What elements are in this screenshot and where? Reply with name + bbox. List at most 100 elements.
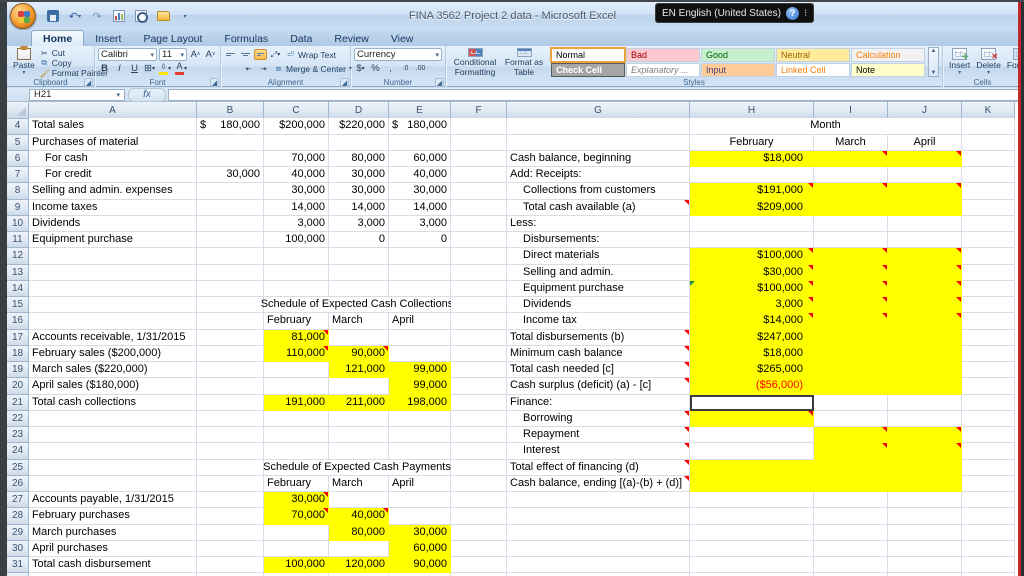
- cell-B14[interactable]: [197, 281, 264, 297]
- cell-J11[interactable]: [888, 232, 962, 248]
- row-header-6[interactable]: 6: [7, 151, 29, 167]
- cell-A28[interactable]: February purchases: [29, 508, 197, 524]
- tab-data[interactable]: Data: [279, 31, 323, 46]
- orientation-button[interactable]: ⤢▾: [269, 48, 282, 61]
- cell-H28[interactable]: [690, 508, 814, 524]
- style-normal[interactable]: Normal: [551, 48, 625, 62]
- cell-D30[interactable]: [329, 541, 389, 557]
- col-header-B[interactable]: B: [197, 102, 264, 119]
- cell-A24[interactable]: [29, 443, 197, 459]
- row-header-13[interactable]: 13: [7, 265, 29, 281]
- cell-I12[interactable]: [814, 248, 888, 264]
- row-header-11[interactable]: 11: [7, 232, 29, 248]
- cell-K9[interactable]: [962, 200, 1015, 216]
- style-check-cell[interactable]: Check Cell: [551, 63, 625, 77]
- cell-I31[interactable]: [814, 557, 888, 573]
- increase-decimal-button[interactable]: .0: [399, 62, 412, 75]
- cell-B30[interactable]: [197, 541, 264, 557]
- row-header-24[interactable]: 24: [7, 443, 29, 459]
- row-header-12[interactable]: 12: [7, 248, 29, 264]
- cell-H30[interactable]: [690, 541, 814, 557]
- cell-A11[interactable]: Equipment purchase: [29, 232, 197, 248]
- cell-C31[interactable]: 100,000: [264, 557, 329, 573]
- cell-H15[interactable]: 3,000: [690, 297, 814, 313]
- row-header-15[interactable]: 15: [7, 297, 29, 313]
- cell-E24[interactable]: [389, 443, 451, 459]
- cell-J12[interactable]: [888, 248, 962, 264]
- cell-G7[interactable]: Add: Receipts:: [507, 167, 690, 183]
- cell-J31[interactable]: [888, 557, 962, 573]
- cell-J18[interactable]: [888, 346, 962, 362]
- cell-G8[interactable]: Collections from customers: [507, 183, 690, 199]
- italic-button[interactable]: I: [113, 62, 126, 75]
- cell-G5[interactable]: [507, 135, 690, 151]
- cell-G25[interactable]: Total effect of financing (d): [507, 460, 690, 476]
- cell-I26[interactable]: [814, 476, 888, 492]
- row-header-26[interactable]: 26: [7, 476, 29, 492]
- cell-G16[interactable]: Income tax: [507, 313, 690, 329]
- insert-chart-button[interactable]: [110, 7, 128, 25]
- merge-center-button[interactable]: ⧈Merge & Center▾: [272, 64, 354, 74]
- cell-J22[interactable]: [888, 411, 962, 427]
- cell-B11[interactable]: [197, 232, 264, 248]
- row-header-16[interactable]: 16: [7, 313, 29, 329]
- cell-G9[interactable]: Total cash available (a): [507, 200, 690, 216]
- cell-F7[interactable]: [451, 167, 507, 183]
- cell-F28[interactable]: [451, 508, 507, 524]
- cell-B6[interactable]: [197, 151, 264, 167]
- cell-C22[interactable]: [264, 411, 329, 427]
- font-dialog-launcher[interactable]: ◢: [210, 78, 219, 87]
- row-header-27[interactable]: 27: [7, 492, 29, 508]
- row-header-8[interactable]: 8: [7, 183, 29, 199]
- col-header-E[interactable]: E: [389, 102, 451, 119]
- cell-E31[interactable]: 90,000: [389, 557, 451, 573]
- cell-I16[interactable]: [814, 313, 888, 329]
- cell-F22[interactable]: [451, 411, 507, 427]
- cell-F10[interactable]: [451, 216, 507, 232]
- save-button[interactable]: [44, 7, 62, 25]
- cell-E12[interactable]: [389, 248, 451, 264]
- cell-D4[interactable]: $220,000: [329, 118, 389, 134]
- cell-A9[interactable]: Income taxes: [29, 200, 197, 216]
- row-header-21[interactable]: 21: [7, 395, 29, 411]
- cell-C8[interactable]: 30,000: [264, 183, 329, 199]
- cell-B29[interactable]: [197, 525, 264, 541]
- cell-A19[interactable]: March sales ($220,000): [29, 362, 197, 378]
- cell-K25[interactable]: [962, 460, 1015, 476]
- cell-K30[interactable]: [962, 541, 1015, 557]
- cell-A31[interactable]: Total cash disbursement: [29, 557, 197, 573]
- cell-D7[interactable]: 30,000: [329, 167, 389, 183]
- cell-A17[interactable]: Accounts receivable, 1/31/2015: [29, 330, 197, 346]
- cell-H6[interactable]: $18,000: [690, 151, 814, 167]
- cell-A4[interactable]: Total sales: [29, 118, 197, 134]
- cell-I10[interactable]: [814, 216, 888, 232]
- cell-A5[interactable]: Purchases of material: [29, 135, 197, 151]
- col-header-D[interactable]: D: [329, 102, 389, 119]
- cell-A12[interactable]: [29, 248, 197, 264]
- col-header-C[interactable]: C: [264, 102, 329, 119]
- cell-E20[interactable]: 99,000: [389, 378, 451, 394]
- row-header-20[interactable]: 20: [7, 378, 29, 394]
- cell-H26[interactable]: [690, 476, 814, 492]
- cell-I18[interactable]: [814, 346, 888, 362]
- cell-K14[interactable]: [962, 281, 1015, 297]
- decrease-decimal-button[interactable]: .00: [414, 62, 427, 75]
- cell-E29[interactable]: 30,000: [389, 525, 451, 541]
- cell-D6[interactable]: 80,000: [329, 151, 389, 167]
- cell-K29[interactable]: [962, 525, 1015, 541]
- tab-page-layout[interactable]: Page Layout: [132, 31, 213, 46]
- cell-A27[interactable]: Accounts payable, 1/31/2015: [29, 492, 197, 508]
- cell-I28[interactable]: [814, 508, 888, 524]
- align-right-button[interactable]: [236, 63, 240, 74]
- cell-F19[interactable]: [451, 362, 507, 378]
- cell-K28[interactable]: [962, 508, 1015, 524]
- cell-H9[interactable]: $209,000: [690, 200, 814, 216]
- cell-C29[interactable]: [264, 525, 329, 541]
- cell-H20[interactable]: ($56,000): [690, 378, 814, 394]
- style-note[interactable]: Note: [851, 63, 925, 77]
- col-header-F[interactable]: F: [451, 102, 507, 119]
- cell-K24[interactable]: [962, 443, 1015, 459]
- cell-E28[interactable]: [389, 508, 451, 524]
- row-header-17[interactable]: 17: [7, 330, 29, 346]
- top-align-button[interactable]: [224, 49, 237, 60]
